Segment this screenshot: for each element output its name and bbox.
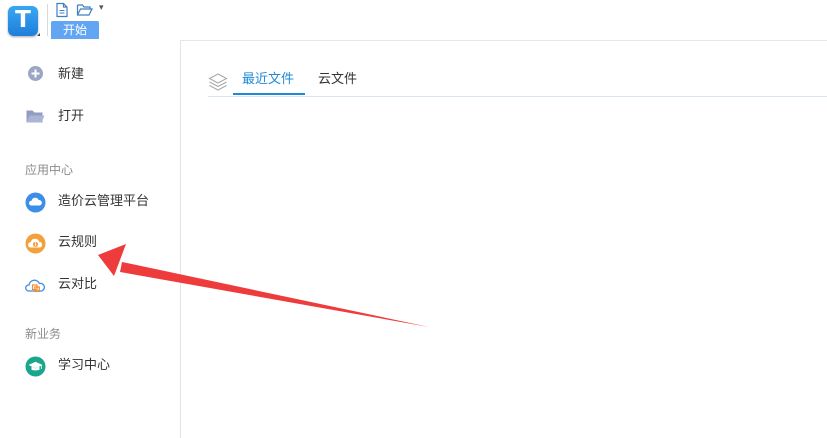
sidebar-item-label: 云规则: [58, 235, 98, 250]
sidebar-item-label: 云对比: [58, 277, 98, 292]
sidebar-item-open[interactable]: 打开: [0, 101, 180, 133]
layers-icon: [208, 73, 228, 91]
sidebar-item-learning-center[interactable]: 学习中心: [0, 350, 180, 382]
sidebar-item-label: 打开: [58, 109, 85, 124]
new-file-icon[interactable]: [54, 2, 70, 18]
tab-start[interactable]: 开始: [51, 21, 99, 39]
sidebar-item-cost-cloud-platform[interactable]: 造价云管理平台: [0, 186, 180, 218]
tab-recent-files[interactable]: 最近文件: [242, 72, 294, 88]
app-logo[interactable]: T: [8, 6, 38, 36]
sidebar-item-label: 学习中心: [58, 358, 111, 373]
divider: [47, 4, 48, 36]
file-tabs: 最近文件 云文件: [208, 64, 827, 97]
section-heading-app-center: 应用中心: [25, 163, 74, 177]
tab-cloud-files[interactable]: 云文件: [318, 72, 357, 88]
active-tab-indicator: [233, 93, 305, 95]
add-icon: [28, 66, 43, 81]
graduation-cap-icon: [25, 356, 46, 377]
section-heading-new-business: 新业务: [25, 327, 62, 341]
menu-corner-icon: [37, 33, 40, 36]
sidebar-item-new[interactable]: 新建: [0, 59, 180, 91]
sidebar-item-label: 新建: [58, 67, 85, 82]
customize-toolbar-icon[interactable]: ▾: [99, 3, 104, 13]
sidebar-item-cloud-compare[interactable]: 云对比: [0, 269, 180, 301]
info-cloud-icon: [25, 233, 46, 254]
cloud-icon: [25, 192, 46, 213]
cloud-compare-icon: [25, 279, 45, 293]
sidebar-item-label: 造价云管理平台: [58, 194, 150, 209]
title-bar: T ▾ 开始: [0, 0, 827, 41]
sidebar-item-cloud-rules[interactable]: 云规则: [0, 227, 180, 259]
sidebar: 新建 打开 应用中心 造价云管理平台 云规则 云对比 新业务 学习中心: [0, 40, 181, 438]
open-folder-icon[interactable]: [76, 2, 94, 18]
folder-icon: [26, 110, 45, 123]
